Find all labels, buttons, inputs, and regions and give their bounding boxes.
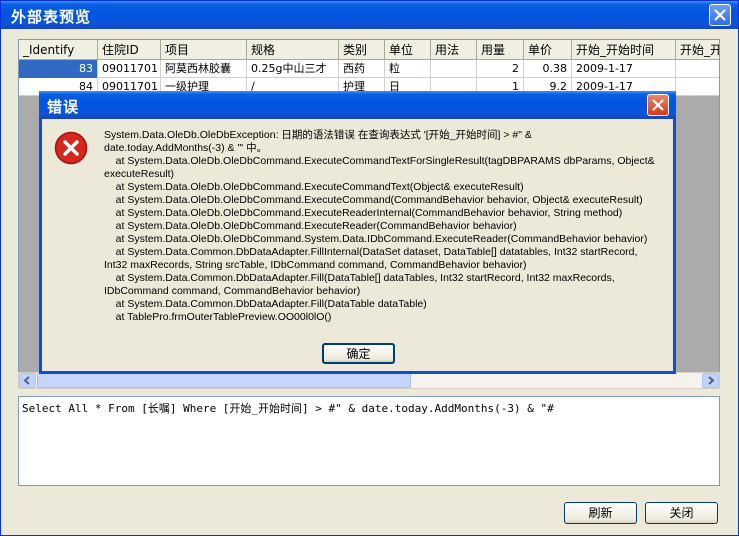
column-header[interactable]: 单价 — [524, 40, 572, 60]
close-button[interactable]: 关闭 — [645, 502, 718, 524]
close-icon — [714, 9, 726, 21]
column-header[interactable]: 住院ID — [98, 40, 161, 60]
grid-cell[interactable]: 2 — [477, 60, 524, 78]
grid-cell[interactable]: 粒 — [385, 60, 431, 78]
grid-header: _Identify 住院ID 项目 规格 类别 单位 用法 用量 单价 开始_开… — [19, 40, 719, 60]
grid-cell[interactable] — [431, 60, 477, 78]
column-header[interactable]: 开始_开始时间 — [572, 40, 676, 60]
close-icon — [652, 99, 664, 111]
column-header[interactable]: 用法 — [431, 40, 477, 60]
error-icon — [54, 131, 88, 165]
grid-cell[interactable]: 阿莫西林胶囊 — [161, 60, 247, 78]
column-header[interactable]: 项目 — [161, 40, 247, 60]
error-dialog: 错误 System.Data.OleDb.OleDbException: 日期的… — [39, 91, 676, 374]
ok-button[interactable]: 确定 — [322, 343, 395, 364]
scroll-left-button[interactable] — [19, 373, 36, 388]
dialog-titlebar[interactable]: 错误 — [39, 91, 676, 119]
scroll-right-button[interactable] — [702, 373, 719, 388]
column-header[interactable]: 开始_开 — [676, 40, 719, 60]
column-header[interactable]: 规格 — [247, 40, 339, 60]
arrow-right-icon — [708, 376, 715, 385]
refresh-button[interactable]: 刷新 — [564, 502, 637, 524]
column-header[interactable]: 单位 — [385, 40, 431, 60]
dialog-title: 错误 — [47, 98, 80, 116]
grid-cell[interactable]: 0.38 — [524, 60, 572, 78]
arrow-left-icon — [23, 376, 30, 385]
sql-query-box[interactable]: Select All * From [长嘱] Where [开始_开始时间] >… — [18, 396, 720, 486]
column-header[interactable]: 类别 — [339, 40, 385, 60]
horizontal-scrollbar[interactable] — [18, 372, 720, 389]
scroll-thumb[interactable] — [37, 373, 411, 388]
dialog-close-button[interactable] — [647, 94, 669, 116]
grid-cell[interactable]: 09011701 — [98, 60, 161, 78]
grid-cell[interactable]: 0.25g中山三才 — [247, 60, 339, 78]
column-header[interactable]: 用量 — [477, 40, 524, 60]
window-title: 外部表预览 — [11, 8, 92, 26]
grid-cell[interactable] — [676, 78, 719, 96]
grid-cell[interactable]: 2009-1-17 — [572, 60, 676, 78]
table-row[interactable]: 83 09011701 阿莫西林胶囊 0.25g中山三才 西药 粒 2 0.38… — [19, 60, 719, 78]
grid-cell[interactable]: 西药 — [339, 60, 385, 78]
column-header[interactable]: _Identify — [19, 40, 98, 60]
window-close-button[interactable] — [709, 4, 731, 26]
grid-cell[interactable] — [676, 60, 719, 78]
window-titlebar[interactable]: 外部表预览 — [1, 1, 738, 29]
error-message: System.Data.OleDb.OleDbException: 日期的语法错… — [104, 129, 655, 323]
grid-cell[interactable]: 83 — [19, 60, 98, 78]
